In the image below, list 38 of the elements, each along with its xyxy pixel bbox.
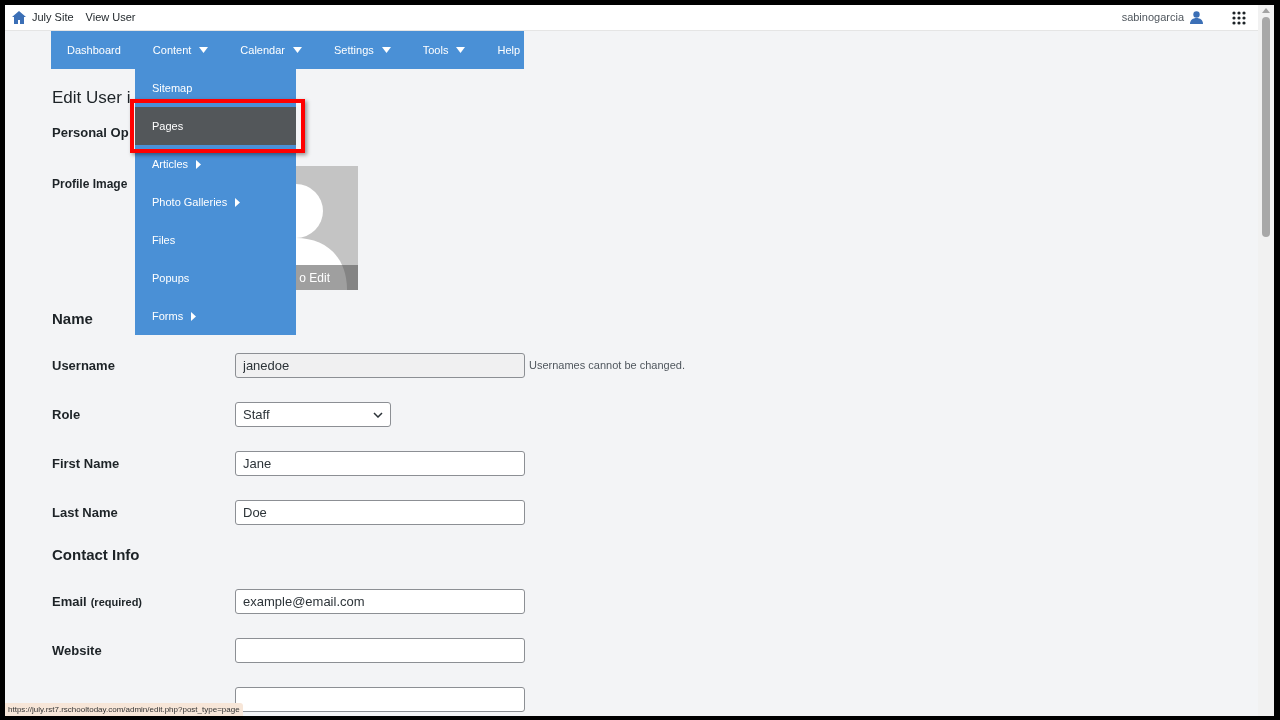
field-label: Website xyxy=(52,641,102,660)
text-field[interactable]: example@email.com xyxy=(235,589,525,614)
menu-item[interactable]: Pages xyxy=(135,107,296,145)
field-note: Usernames cannot be changed. xyxy=(529,358,685,374)
field-label: Username xyxy=(52,356,115,375)
scrollbar[interactable] xyxy=(1258,5,1274,716)
field-label: Profile Image xyxy=(52,177,128,191)
section-heading: Contact Info xyxy=(52,545,140,565)
field-label: Email (required) xyxy=(52,592,143,611)
chevron-down-icon xyxy=(373,411,383,418)
field-label: First Name xyxy=(52,454,120,473)
menu-item[interactable]: Sitemap xyxy=(135,69,296,107)
text-field[interactable]: Doe xyxy=(235,500,525,525)
scroll-up-arrow-icon[interactable] xyxy=(1262,8,1270,13)
nav-item[interactable]: Dashboard xyxy=(51,31,137,69)
nav-item[interactable]: Help xyxy=(481,31,537,69)
nav-item[interactable]: Tools xyxy=(406,31,482,69)
site-link[interactable]: July Site xyxy=(32,9,74,26)
field-label: Last Name xyxy=(52,503,118,522)
username-link[interactable]: sabinogarcia xyxy=(1121,9,1184,26)
apps-grid-icon[interactable] xyxy=(1232,10,1246,25)
home-icon[interactable] xyxy=(12,11,26,24)
text-field[interactable] xyxy=(235,638,525,663)
nav-item[interactable]: Content xyxy=(136,31,225,69)
section-heading: Personal Op xyxy=(52,124,129,142)
status-url: https://july.rst7.rschooltoday.com/admin/edit.php?post_type=page xyxy=(5,703,243,716)
image-caption: o Edit xyxy=(299,269,330,287)
nav-item[interactable]: Calendar xyxy=(224,31,318,69)
view-user-link[interactable]: View User xyxy=(85,9,136,26)
user-icon[interactable] xyxy=(1190,11,1203,24)
scrollbar-thumb[interactable] xyxy=(1262,17,1270,237)
section-heading: Name xyxy=(52,309,93,329)
menu-item[interactable]: Forms xyxy=(135,297,296,335)
page-heading: Edit User i xyxy=(52,87,131,109)
nav-item[interactable]: Settings xyxy=(318,31,407,69)
text-field[interactable]: Jane xyxy=(235,451,525,476)
role-select[interactable]: Staff xyxy=(235,402,391,427)
field-label: Role xyxy=(52,405,81,424)
